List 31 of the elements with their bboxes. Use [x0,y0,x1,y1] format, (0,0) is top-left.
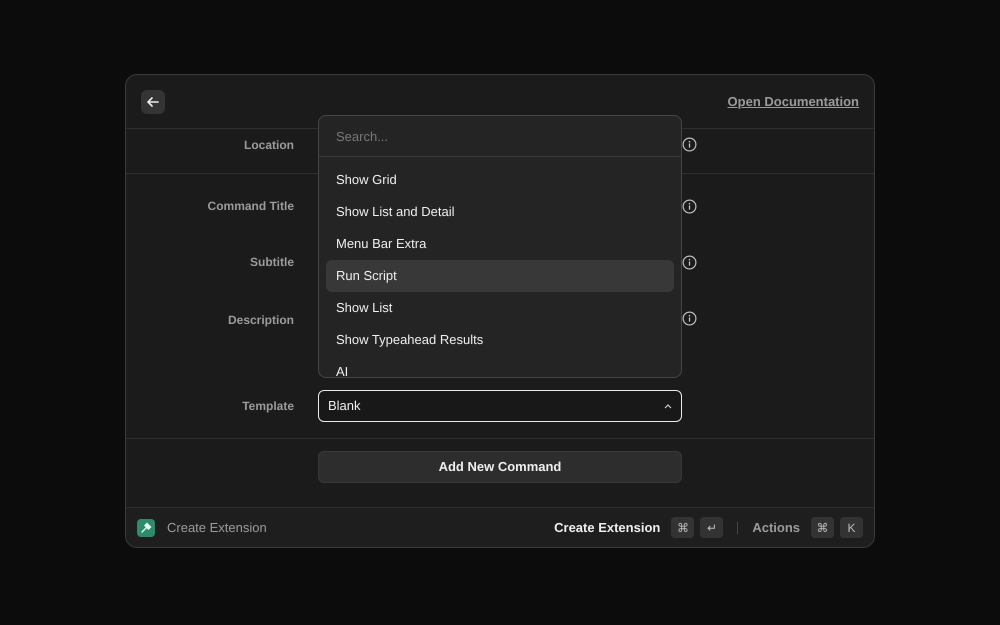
documentation-link[interactable]: Open Documentation [728,92,859,112]
menu-item[interactable]: Menu Bar Extra [326,228,674,260]
create-extension-button[interactable]: Create Extension [554,518,660,538]
field-label: Location [244,137,294,154]
info-icon[interactable] [682,254,697,270]
key-cap: K [840,517,863,538]
info-icon[interactable] [682,137,697,152]
arrow-left-icon [147,96,159,106]
field-label: Template [242,398,294,415]
search-field[interactable]: Search... [319,116,681,156]
template-select[interactable]: Blank [318,390,682,422]
chevron-icon [664,404,672,408]
field-label: Command Title [208,198,294,215]
add-command-button[interactable]: Add New Command [318,451,682,483]
menu-item[interactable]: Show List [326,292,674,324]
info-icon[interactable] [682,311,697,326]
key-cap: ⌘ [811,517,834,538]
key-cap: ↵ [700,517,724,538]
field-label: Description [228,312,294,329]
hammer-icon [137,518,155,536]
menu-item[interactable]: Show Grid [326,164,674,196]
menu-item[interactable]: AI [326,356,674,377]
menu-item[interactable]: Run Script [326,260,674,292]
info-icon[interactable] [682,198,697,214]
menu-item[interactable]: Show Typeahead Results [326,324,674,356]
actions-button[interactable]: Actions [752,518,800,538]
key-cap: ⌘ [671,517,694,538]
menu-item[interactable]: Show List and Detail [326,196,674,228]
footer-title: Create Extension [167,518,267,537]
field-label: Subtitle [250,254,294,271]
back-button[interactable] [141,90,165,114]
